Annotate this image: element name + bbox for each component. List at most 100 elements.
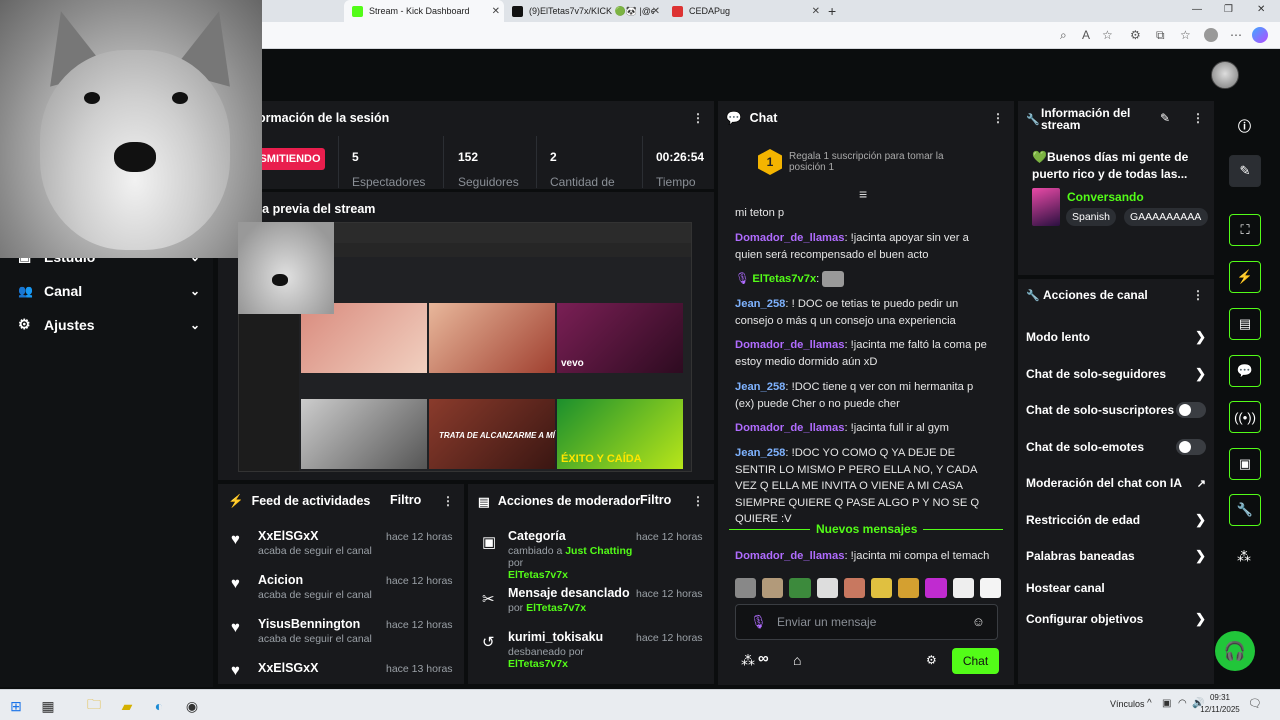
emote-icon[interactable] [871, 578, 893, 598]
edit-pencil-icon[interactable]: ✎ [1160, 111, 1170, 125]
set-goals-item[interactable]: Configurar objetivos ❯ [1026, 611, 1206, 626]
chat-username[interactable]: Jean_258 [735, 447, 785, 459]
chat-username[interactable]: Domador_de_llamas [735, 339, 844, 351]
sidebar-item-canal[interactable]: 👥 Canal ⌄ [18, 283, 200, 299]
feed-username[interactable]: Acicion [258, 573, 372, 587]
edge-browser-icon[interactable]: ◐ [149, 696, 169, 716]
wifi-icon[interactable]: ◠ [1178, 698, 1187, 709]
extensions-icon[interactable]: ⚙ [1130, 28, 1141, 42]
emote-icon[interactable] [979, 578, 1002, 598]
emote-icon[interactable] [952, 578, 974, 598]
favorites-icon[interactable]: ☆ [1180, 28, 1191, 42]
chat-username[interactable]: Domador_de_llamas [735, 550, 844, 562]
support-headset-icon[interactable]: 🎧 [1215, 631, 1255, 671]
category-name[interactable]: Conversando [1067, 190, 1144, 204]
send-chat-button[interactable]: Chat [952, 648, 999, 674]
slow-mode-item[interactable]: Modo lento ❯ [1026, 329, 1206, 344]
close-window-icon[interactable]: ✕ [1257, 4, 1265, 15]
kebab-menu-icon[interactable]: ⋮ [992, 111, 1004, 125]
moderator-link[interactable]: ElTetas7v7x [526, 602, 586, 614]
category-thumbnail[interactable] [1032, 188, 1060, 226]
zoom-icon[interactable]: ⌕ [1060, 28, 1067, 43]
info-icon[interactable]: ⓘ [1238, 116, 1251, 135]
kebab-menu-icon[interactable]: ⋮ [1192, 288, 1204, 302]
feed-username[interactable]: XxElSGxX [258, 661, 318, 675]
kebab-menu-icon[interactable]: ⋮ [692, 111, 704, 125]
video-layout-icon[interactable]: ▣ [1229, 448, 1261, 480]
file-explorer-icon[interactable]: 🗀 [84, 696, 104, 716]
gift-sub-prompt[interactable]: Regala 1 suscripción para tomar la posic… [789, 151, 969, 173]
notifications-icon[interactable]: 🗨 [1248, 697, 1262, 710]
emote-icon[interactable] [816, 578, 838, 598]
chat-bubble-icon[interactable]: 💬 [1229, 355, 1261, 387]
store-icon[interactable]: ⌂ [793, 652, 801, 668]
category-link[interactable]: Just Chatting [565, 545, 632, 557]
more-menu-icon[interactable]: ⋯ [1230, 28, 1242, 42]
clip-frame-icon[interactable]: ⛶ [1229, 214, 1261, 246]
broadcast-icon[interactable]: ((•)) [1229, 401, 1261, 433]
tag-chip[interactable]: GAAAAAAAAA [1124, 208, 1208, 226]
wrench-icon[interactable]: 🔧 [1229, 494, 1261, 526]
new-tab-icon[interactable]: + [828, 3, 836, 19]
chat-settings-gear-icon[interactable]: ⚙ [926, 653, 937, 667]
emoji-icon[interactable]: ☺ [972, 614, 985, 629]
filter-button[interactable]: Filtro [640, 493, 671, 507]
add-widget-icon[interactable]: ⁂ [1237, 548, 1251, 565]
kebab-menu-icon[interactable]: ⋮ [692, 494, 704, 508]
kebab-menu-icon[interactable]: ⋮ [1192, 111, 1204, 125]
followers-only-item[interactable]: Chat de solo-seguidores ❯ [1026, 366, 1206, 381]
user-avatar[interactable] [1211, 61, 1239, 89]
pinned-collapse-icon[interactable]: ≡ [859, 186, 867, 202]
host-channel-item[interactable]: Hostear canal [1026, 581, 1206, 595]
moderator-link[interactable]: ElTetas7v7x [508, 569, 568, 581]
chat-username[interactable]: Domador_de_llamas [735, 422, 844, 434]
task-view-icon[interactable]: ▦ [38, 696, 58, 716]
chat-username[interactable]: Jean_258 [735, 298, 785, 310]
sticky-notes-icon[interactable]: ▰ [117, 696, 137, 716]
emote-icon[interactable] [925, 578, 947, 598]
tab-cedapug[interactable]: CEDAPug ✕ [664, 0, 824, 22]
subscribers-only-toggle[interactable] [1176, 402, 1206, 418]
moderator-link[interactable]: ElTetas7v7x [508, 658, 568, 670]
obs-icon[interactable]: ◉ [182, 696, 202, 716]
chat-input[interactable]: 🎙 Enviar un mensaje ☺ [735, 604, 998, 640]
close-tab-icon[interactable]: ✕ [652, 6, 660, 17]
emote-icon[interactable] [843, 578, 866, 598]
emotes-only-toggle[interactable] [1176, 439, 1206, 455]
close-tab-icon[interactable]: ✕ [812, 6, 820, 17]
tab-kick-channel[interactable]: (9)ElTetas7v7x/KICK 🟢🐼 |@elta ✕ [504, 0, 664, 22]
profile-avatar-icon[interactable] [1204, 28, 1218, 42]
chat-username[interactable]: Domador_de_llamas [735, 232, 844, 244]
emote-icon[interactable] [898, 578, 920, 598]
tray-chevron-icon[interactable]: ^ [1147, 698, 1152, 709]
start-icon[interactable]: ⊞ [6, 696, 26, 716]
bolt-icon[interactable]: ⚡ [1229, 261, 1261, 293]
emote-icon[interactable] [762, 578, 784, 598]
feed-username[interactable]: YisusBennington [258, 617, 372, 631]
sidebar-item-ajustes[interactable]: ⚙ Ajustes ⌄ [18, 316, 200, 333]
favorite-star-icon[interactable]: ☆ [1102, 28, 1113, 42]
maximize-icon[interactable]: ❐ [1224, 4, 1233, 15]
emote-icon[interactable] [735, 578, 757, 598]
tray-links-label[interactable]: Vínculos [1110, 699, 1145, 709]
tag-chip[interactable]: Spanish [1066, 208, 1116, 226]
chat-username[interactable]: ElTetas7v7x [752, 273, 816, 285]
minimize-icon[interactable]: — [1192, 4, 1202, 15]
close-tab-icon[interactable]: ✕ [492, 6, 500, 17]
copilot-icon[interactable] [1252, 27, 1268, 43]
edit-layout-pencil-icon[interactable]: ✎ [1229, 155, 1261, 187]
age-restriction-item[interactable]: Restricción de edad ❯ [1026, 512, 1206, 527]
read-aloud-icon[interactable]: A [1082, 28, 1090, 42]
banned-words-item[interactable]: Palabras baneadas ❯ [1026, 548, 1206, 563]
ai-moderation-item[interactable]: Moderación del chat con IA ↗ [1026, 476, 1206, 490]
mic-icon[interactable]: 🎙 [750, 614, 767, 630]
tab-kick-dashboard[interactable]: Stream - Kick Dashboard ✕ [344, 0, 504, 22]
kick-points-icon[interactable]: ⁂ [741, 652, 755, 669]
feed-username[interactable]: XxElSGxX [258, 529, 372, 543]
chat-username[interactable]: Jean_258 [735, 381, 785, 393]
kebab-menu-icon[interactable]: ⋮ [442, 494, 454, 508]
filter-button[interactable]: Filtro [390, 493, 421, 507]
emote-icon[interactable] [789, 578, 811, 598]
notes-icon[interactable]: ▤ [1229, 308, 1261, 340]
network-icon[interactable]: ▣ [1162, 698, 1171, 709]
